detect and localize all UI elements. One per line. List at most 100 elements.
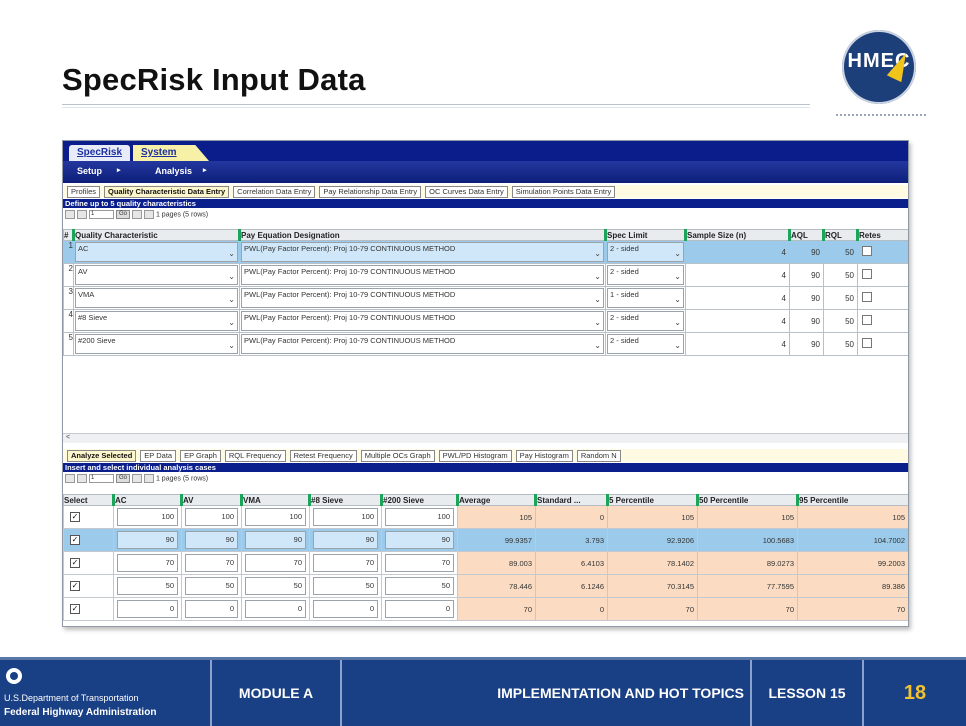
rql-cell[interactable]: 50: [823, 332, 858, 356]
col-header-spec-limit[interactable]: Spec Limit: [604, 229, 686, 241]
col-header-quality-characteristic[interactable]: Quality Characteristic: [72, 229, 240, 241]
ac-input[interactable]: 100: [117, 508, 178, 526]
8-sieve-input[interactable]: 0: [313, 600, 378, 618]
col-header-ac[interactable]: AC: [112, 494, 182, 506]
first-page-button[interactable]: [65, 210, 75, 219]
col-header-pay-equation[interactable]: Pay Equation Designation: [238, 229, 606, 241]
tab-system[interactable]: System: [133, 145, 209, 161]
col-header-standard-deviation[interactable]: Standard ...: [534, 494, 608, 506]
col-header-average[interactable]: Average: [456, 494, 536, 506]
aql-cell[interactable]: 90: [789, 309, 824, 333]
rql-cell[interactable]: 50: [823, 309, 858, 333]
retest-checkbox[interactable]: [862, 269, 872, 279]
vma-input[interactable]: 100: [245, 508, 306, 526]
col-header-8-sieve[interactable]: #8 Sieve: [308, 494, 382, 506]
sample-size-cell[interactable]: 4: [685, 286, 790, 310]
subtab-profiles[interactable]: Profiles: [67, 186, 101, 198]
subtab-correlation[interactable]: Correlation Data Entry: [233, 186, 316, 198]
pay-equation-select[interactable]: PWL(Pay Factor Percent): Proj 10-79 CONT…: [241, 334, 604, 354]
vma-input[interactable]: 70: [245, 554, 306, 572]
col-header-sample-size[interactable]: Sample Size (n): [684, 229, 790, 241]
aql-cell[interactable]: 90: [789, 286, 824, 310]
table-row[interactable]: ✓ 70 70 70 70 70 89.003 6.4103 78.1402 8…: [63, 551, 908, 575]
col-header-aql[interactable]: AQL: [788, 229, 824, 241]
subtab-pay-histogram[interactable]: Pay Histogram: [515, 450, 573, 462]
rql-cell[interactable]: 50: [823, 286, 858, 310]
retest-checkbox[interactable]: [862, 338, 872, 348]
ac-input[interactable]: 50: [117, 577, 178, 595]
200-sieve-input[interactable]: 100: [385, 508, 454, 526]
rql-cell[interactable]: 50: [823, 263, 858, 287]
select-checkbox[interactable]: ✓: [70, 535, 80, 545]
200-sieve-input[interactable]: 70: [385, 554, 454, 572]
col-header-50-percentile[interactable]: 50 Percentile: [696, 494, 798, 506]
8-sieve-input[interactable]: 70: [313, 554, 378, 572]
quality-characteristic-select[interactable]: #200 Sieve ⌄: [75, 334, 238, 354]
pay-equation-select[interactable]: PWL(Pay Factor Percent): Proj 10-79 CONT…: [241, 242, 604, 262]
subtab-quality-characteristic[interactable]: Quality Characteristic Data Entry: [104, 186, 230, 198]
col-header-av[interactable]: AV: [180, 494, 242, 506]
last-page-button[interactable]: [144, 210, 155, 219]
table-row[interactable]: ✓ 100 100 100 100 100 105 0 105 105 105: [63, 505, 908, 529]
spec-limit-select[interactable]: 2 - sided ⌄: [607, 265, 684, 285]
subtab-rql-frequency[interactable]: RQL Frequency: [224, 450, 286, 462]
col-header-rql[interactable]: RQL: [822, 229, 858, 241]
quality-characteristic-select[interactable]: VMA ⌄: [75, 288, 238, 308]
table-row[interactable]: 2 AV ⌄ PWL(Pay Factor Percent): Proj 10-7…: [63, 263, 908, 287]
first-page-button[interactable]: [65, 474, 75, 483]
quality-characteristic-select[interactable]: AC ⌄: [75, 242, 238, 262]
retest-checkbox[interactable]: [862, 246, 872, 256]
ac-input[interactable]: 90: [117, 531, 178, 549]
select-checkbox[interactable]: ✓: [70, 604, 80, 614]
pay-equation-select[interactable]: PWL(Pay Factor Percent): Proj 10-79 CONT…: [241, 265, 604, 285]
retest-checkbox[interactable]: [862, 315, 872, 325]
table-row[interactable]: ✓ 0 0 0 0 0 70 0 70 70 70: [63, 597, 908, 621]
quality-characteristic-select[interactable]: #8 Sieve ⌄: [75, 311, 238, 331]
col-header-vma[interactable]: VMA: [240, 494, 310, 506]
av-input[interactable]: 70: [185, 554, 238, 572]
spec-limit-select[interactable]: 2 - sided ⌄: [607, 311, 684, 331]
scroll-left-icon[interactable]: <: [66, 434, 70, 441]
spec-limit-select[interactable]: 2 - sided ⌄: [607, 334, 684, 354]
vma-input[interactable]: 90: [245, 531, 306, 549]
select-checkbox[interactable]: ✓: [70, 558, 80, 568]
last-page-button[interactable]: [144, 474, 155, 483]
pay-equation-select[interactable]: PWL(Pay Factor Percent): Proj 10-79 CONT…: [241, 288, 604, 308]
col-header-5-percentile[interactable]: 5 Percentile: [606, 494, 698, 506]
ac-input[interactable]: 70: [117, 554, 178, 572]
col-header-200-sieve[interactable]: #200 Sieve: [380, 494, 458, 506]
page-number-input[interactable]: 1: [89, 210, 114, 219]
aql-cell[interactable]: 90: [789, 240, 824, 264]
table-row[interactable]: 5 #200 Sieve ⌄ PWL(Pay Factor Percent): P…: [63, 332, 908, 356]
ac-input[interactable]: 0: [117, 600, 178, 618]
aql-cell[interactable]: 90: [789, 263, 824, 287]
sample-size-cell[interactable]: 4: [685, 263, 790, 287]
select-checkbox[interactable]: ✓: [70, 512, 80, 522]
page-number-input[interactable]: 1: [89, 474, 114, 483]
menu-setup[interactable]: Setup: [77, 166, 102, 176]
av-input[interactable]: 100: [185, 508, 238, 526]
subtab-oc-curves[interactable]: OC Curves Data Entry: [425, 186, 508, 198]
spec-limit-select[interactable]: 2 - sided ⌄: [607, 242, 684, 262]
subtab-ep-graph[interactable]: EP Graph: [180, 450, 221, 462]
rql-cell[interactable]: 50: [823, 240, 858, 264]
menu-analysis[interactable]: Analysis: [155, 166, 192, 176]
table-row[interactable]: ✓ 50 50 50 50 50 78.446 6.1246 70.3145 7…: [63, 574, 908, 598]
av-input[interactable]: 50: [185, 577, 238, 595]
sample-size-cell[interactable]: 4: [685, 332, 790, 356]
prev-page-button[interactable]: [77, 210, 87, 219]
aql-cell[interactable]: 90: [789, 332, 824, 356]
spec-limit-select[interactable]: 1 - sided ⌄: [607, 288, 684, 308]
8-sieve-input[interactable]: 90: [313, 531, 378, 549]
prev-page-button[interactable]: [77, 474, 87, 483]
subtab-multiple-ocs-graph[interactable]: Multiple OCs Graph: [360, 450, 435, 462]
8-sieve-input[interactable]: 100: [313, 508, 378, 526]
8-sieve-input[interactable]: 50: [313, 577, 378, 595]
subtab-pay-relationship[interactable]: Pay Relationship Data Entry: [319, 186, 422, 198]
subtab-simulation-points[interactable]: Simulation Points Data Entry: [511, 186, 616, 198]
tab-specrisk[interactable]: SpecRisk: [69, 145, 131, 161]
table-row[interactable]: 3 VMA ⌄ PWL(Pay Factor Percent): Proj 10-…: [63, 286, 908, 310]
av-input[interactable]: 90: [185, 531, 238, 549]
subtab-pwl-pd-histogram[interactable]: PWL/PD Histogram: [438, 450, 512, 462]
col-header-95-percentile[interactable]: 95 Percentile: [796, 494, 908, 506]
